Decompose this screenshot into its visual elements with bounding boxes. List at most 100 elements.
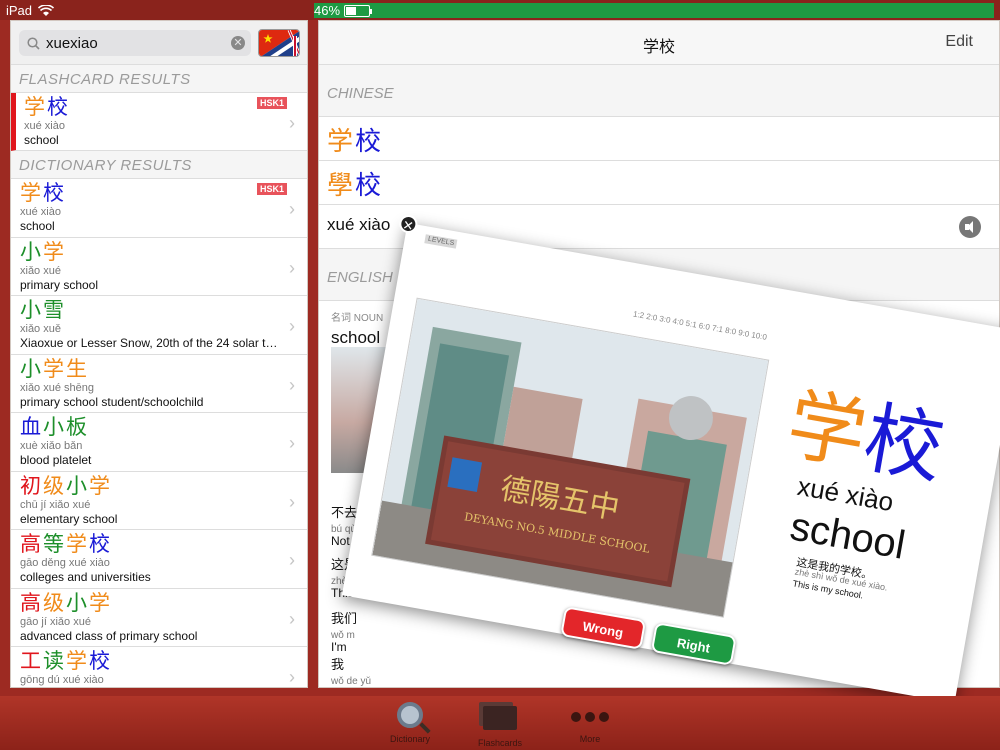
hanzi-char: 校 <box>43 181 66 205</box>
result-pinyin: xuè xiǎo bǎn <box>20 440 83 452</box>
search-icon <box>27 36 40 50</box>
hsk-badge: HSK1 <box>256 183 287 195</box>
hsk-badge: HSK1 <box>256 97 287 109</box>
tab-flashcards[interactable]: Flashcards <box>465 702 535 748</box>
result-hanzi: 工读学校 <box>20 649 307 674</box>
list-item[interactable]: 小学 xiǎo xué primary school › <box>11 238 307 296</box>
hanzi-char: 学 <box>20 181 43 205</box>
hanzi-char: 初 <box>20 473 43 498</box>
result-gloss: blood platelet <box>20 453 92 467</box>
hanzi-char: 学 <box>66 649 89 673</box>
levels-badge[interactable]: LEVELS <box>424 234 458 249</box>
result-hanzi: 血小板 <box>20 415 307 440</box>
tab-label: Flashcards <box>477 738 522 748</box>
result-gloss: colleges and universities <box>20 570 151 584</box>
hanzi-char: 校 <box>47 95 70 119</box>
levels-scale: 1:2 2:0 3:0 4:0 5:1 6:0 7:1 8:0 9:0 10:0 <box>632 309 768 342</box>
hanzi-char: 学 <box>89 590 112 615</box>
battery-percent: 46% <box>314 3 341 18</box>
search-panel: ✕ FLASHCARD RESULTS 学校xué xiàoschoolHSK1… <box>10 20 308 688</box>
list-item[interactable]: 血小板 xuè xiǎo bǎn blood platelet › <box>11 413 307 472</box>
result-gloss: school <box>24 133 59 147</box>
chevron-right-icon: › <box>289 316 295 336</box>
hanzi-char: 学 <box>43 356 66 381</box>
list-item[interactable]: 学校 xué xiào school HSK1 › <box>11 179 307 238</box>
hanzi-char: 校 <box>355 127 384 157</box>
search-bar: ✕ <box>11 21 307 65</box>
school-photo: 德陽五中 DEYANG NO.5 MIDDLE SCHOOL <box>371 297 770 618</box>
list-item[interactable]: 高级小学 gāo jí xiǎo xué advanced class of pri… <box>11 589 307 647</box>
chevron-right-icon: › <box>289 667 295 687</box>
result-gloss: primary school <box>20 277 99 292</box>
hanzi-char: 学 <box>43 239 66 264</box>
list-item[interactable]: 初级小学 chū jí xiǎo xué elementary school › <box>11 472 307 530</box>
example-english: My language school is i… <box>331 686 468 687</box>
list-item[interactable]: 学校 xué xiào school HSK1 › <box>11 93 307 151</box>
status-bar: iPad 9:04 pm 46% <box>0 0 1000 20</box>
hanzi-char: 板 <box>66 415 89 439</box>
hanzi-char: 学 <box>327 127 356 157</box>
list-item[interactable]: 工读学校 gōng dú xué xiào › <box>11 647 307 687</box>
result-hanzi: 高等学校 <box>20 532 307 557</box>
magnifier-icon <box>397 702 423 728</box>
more-icon <box>555 702 625 722</box>
result-hanzi: 小学生 <box>20 357 307 382</box>
example-chinese: 我 <box>331 657 345 672</box>
hanzi-char: 小 <box>20 239 43 264</box>
hanzi-char: 高 <box>20 532 43 556</box>
clear-search-icon[interactable]: ✕ <box>231 36 245 50</box>
chevron-right-icon: › <box>289 608 295 629</box>
chevron-right-icon: › <box>289 199 295 219</box>
detail-navbar: 学校 Edit <box>319 21 999 65</box>
list-item[interactable]: 高等学校 gāo děng xué xiào colleges and univer… <box>11 530 307 589</box>
tab-label: More <box>579 734 601 744</box>
chevron-right-icon: › <box>289 491 295 512</box>
china-uk-flag-icon <box>259 30 299 56</box>
simplified-row: 学校 <box>319 117 999 161</box>
detail-title: 学校 <box>642 39 675 56</box>
hanzi-char: 读 <box>43 649 66 673</box>
edit-button[interactable]: Edit <box>945 33 973 51</box>
chevron-right-icon: › <box>289 257 295 278</box>
battery-level <box>346 6 357 15</box>
flashcard-results-header: FLASHCARD RESULTS <box>11 65 307 93</box>
hanzi-char: 雪 <box>43 298 66 322</box>
hanzi-char: 校 <box>89 649 112 673</box>
tab-more[interactable]: More <box>555 702 625 744</box>
school-gate-image: 德陽五中 DEYANG NO.5 MIDDLE SCHOOL <box>372 298 770 618</box>
battery-icon <box>344 4 373 17</box>
hanzi-char: 生 <box>66 356 89 381</box>
simplified-hanzi: 学校 <box>327 121 999 158</box>
traditional-row: 學校 <box>319 161 999 205</box>
chevron-right-icon: › <box>289 113 295 133</box>
chevron-right-icon: › <box>289 550 295 570</box>
hanzi-char: 小 <box>43 415 66 439</box>
hanzi-char: 学 <box>89 473 112 498</box>
flashcard-results-list: 学校 xué xiào school HSK1 › <box>11 93 307 151</box>
hanzi-char: 小 <box>20 298 43 322</box>
hanzi-char: 学 <box>66 532 89 556</box>
hanzi-char: 小 <box>66 590 89 615</box>
result-gloss: elementary school <box>20 511 118 526</box>
tab-dictionary[interactable]: Dictionary <box>375 702 445 744</box>
hanzi-char: 级 <box>43 590 66 615</box>
result-pinyin: xiǎo xué <box>20 264 61 277</box>
list-item[interactable]: 小学生 xiǎo xué shēng primary school student/… <box>11 355 307 413</box>
search-box[interactable]: ✕ <box>19 30 251 56</box>
list-item[interactable]: 小雪 xiǎo xuě Xiaoxue or Lesser Snow, 20th o… <box>11 296 307 355</box>
hanzi-char: 學 <box>327 171 356 201</box>
speaker-icon[interactable] <box>959 216 981 238</box>
example-english: I'm <box>331 640 347 654</box>
hanzi-char: 高 <box>20 590 43 615</box>
result-pinyin: xiǎo xuě <box>20 323 61 335</box>
example-chinese: 我们 <box>331 611 358 626</box>
result-pinyin: gāo děng xué xiào <box>20 557 110 569</box>
result-pinyin: gōng dú xué xiào <box>20 674 104 686</box>
hanzi-char: 血 <box>20 415 43 439</box>
hanzi-char: 校 <box>355 171 384 201</box>
search-input[interactable] <box>46 34 216 52</box>
result-pinyin: chū jí xiǎo xué <box>20 498 91 511</box>
hanzi-char: 小 <box>66 473 89 498</box>
language-flag-button[interactable] <box>258 29 300 57</box>
hanzi-char: 工 <box>20 649 43 673</box>
